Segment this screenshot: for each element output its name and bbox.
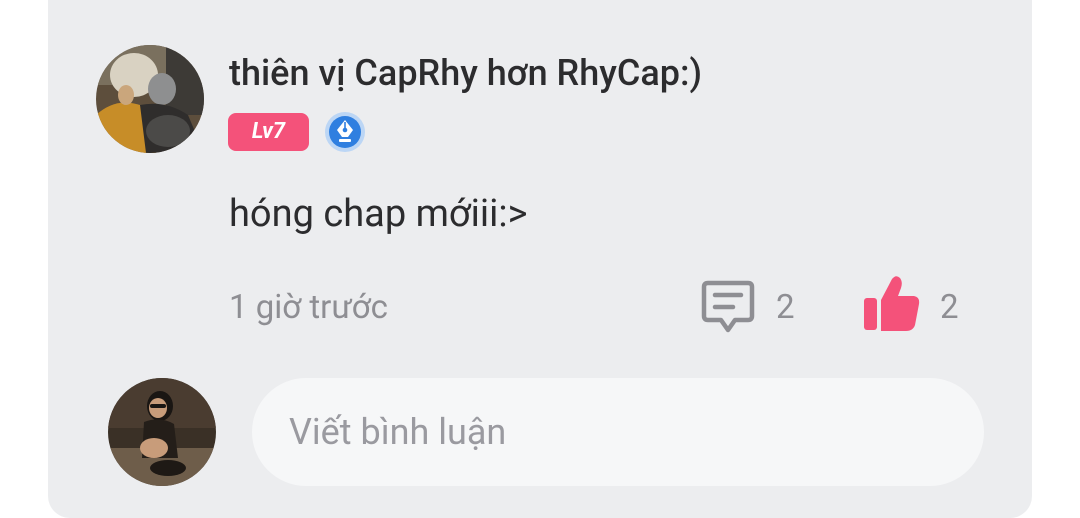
comment-input[interactable]: Viết bình luận bbox=[252, 378, 984, 486]
reply-count: 2 bbox=[776, 288, 795, 327]
comment-text: hóng chap mớiii:> bbox=[229, 192, 528, 236]
author-avatar-image bbox=[96, 45, 204, 153]
comment-timestamp: 1 giờ trước bbox=[229, 288, 388, 327]
like-count: 2 bbox=[940, 288, 959, 327]
author-name[interactable]: thiên vị CapRhy hơn RhyCap:) bbox=[229, 50, 702, 96]
comment-screen: thiên vị CapRhy hơn RhyCap:) Lv7 hóng ch… bbox=[0, 0, 1080, 518]
comment-bubble-icon bbox=[701, 280, 755, 333]
author-avatar[interactable] bbox=[96, 45, 204, 153]
current-user-avatar-image bbox=[108, 378, 216, 486]
pen-nib-badge-icon bbox=[324, 111, 366, 153]
current-user-avatar[interactable] bbox=[108, 378, 216, 486]
like-button[interactable]: 2 bbox=[862, 274, 972, 336]
thumbs-up-icon bbox=[864, 276, 920, 331]
reply-button[interactable]: 2 bbox=[697, 276, 807, 336]
level-badge: Lv7 bbox=[228, 113, 309, 151]
